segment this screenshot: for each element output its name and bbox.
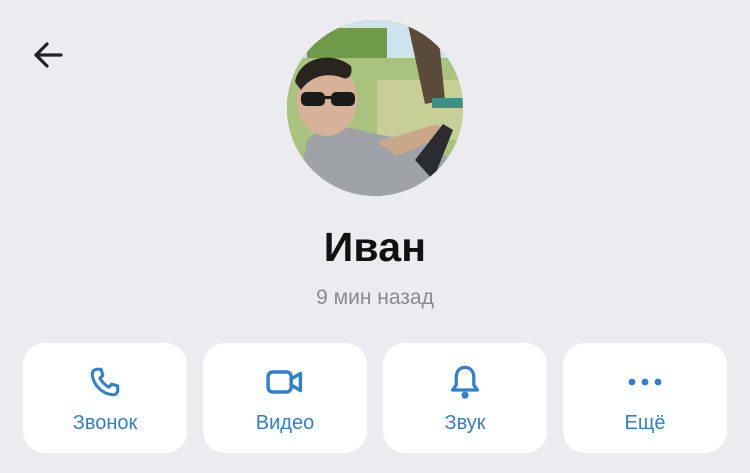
- phone-icon: [85, 362, 125, 402]
- more-label: Ещё: [624, 412, 666, 434]
- more-dots-icon: [625, 362, 665, 402]
- contact-name: Иван: [323, 224, 427, 270]
- avatar[interactable]: [287, 20, 463, 196]
- bell-icon: [445, 362, 485, 402]
- more-button[interactable]: Ещё: [563, 343, 727, 453]
- video-button[interactable]: Видео: [203, 343, 367, 453]
- sound-label: Звук: [444, 412, 486, 434]
- action-bar: Звонок Видео Звук Ещё: [23, 343, 727, 453]
- sound-button[interactable]: Звук: [383, 343, 547, 453]
- arrow-left-icon: [31, 40, 65, 75]
- video-label: Видео: [255, 412, 315, 434]
- call-label: Звонок: [72, 412, 138, 434]
- back-button[interactable]: [24, 36, 72, 78]
- last-seen-status: 9 мин назад: [316, 286, 434, 309]
- call-button[interactable]: Звонок: [23, 343, 187, 453]
- video-camera-icon: [265, 362, 305, 402]
